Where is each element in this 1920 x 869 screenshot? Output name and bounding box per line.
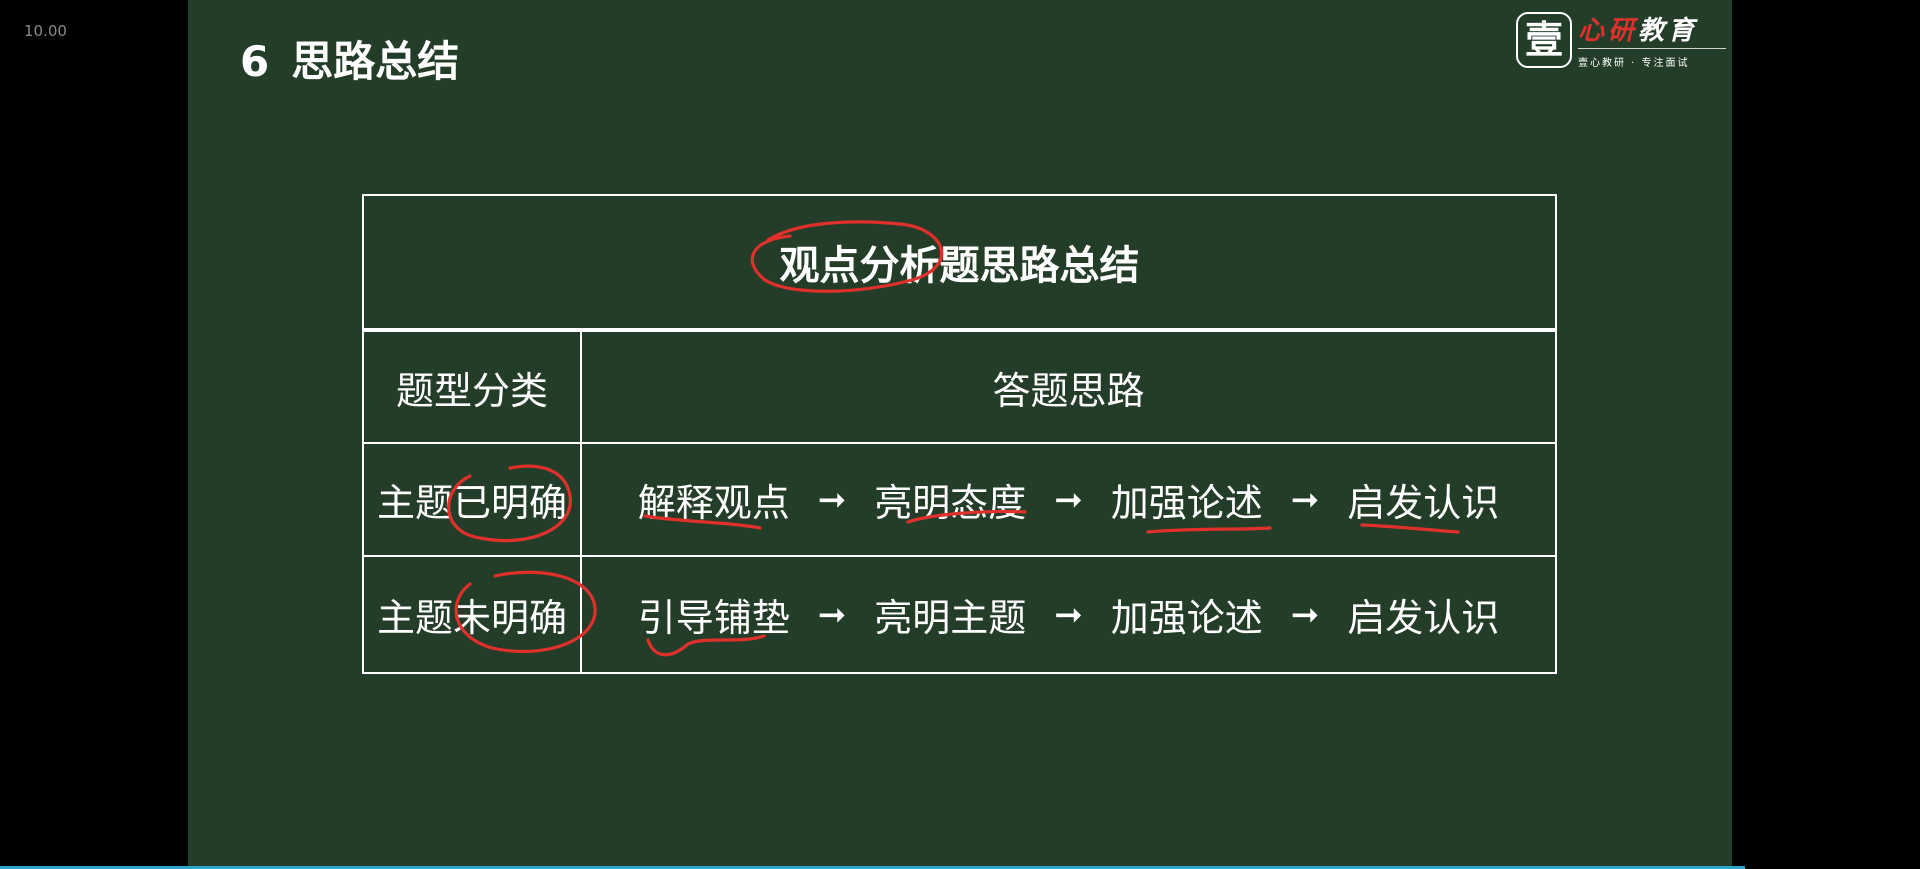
arrow-right-icon: ➞ — [817, 479, 847, 520]
zoom-level-label: 10.00 — [24, 22, 67, 40]
logo-name-white: 教育 — [1638, 16, 1699, 46]
step-3: 加强论述 — [1110, 481, 1263, 525]
table-header-row: 题型分类 答题思路 — [364, 332, 1555, 444]
arrow-right-icon: ➞ — [1054, 594, 1083, 635]
arrow-right-icon: ➞ — [1054, 479, 1083, 520]
slide-title: 6 思路总结 — [240, 28, 459, 89]
row-category: 主题未明确 — [364, 557, 582, 672]
slide-section-number: 6 — [240, 37, 270, 86]
table-row: 主题未明确 引导铺垫 ➞ 亮明主题 ➞ 加强论述 ➞ 启发认识 — [364, 557, 1555, 672]
summary-table: 观点分析题思路总结 题型分类 答题思路 主题已明确 解释观点 ➞ 亮明态度 ➞ … — [362, 194, 1557, 674]
step-3: 加强论述 — [1110, 596, 1263, 640]
presentation-slide: 6 思路总结 壹 心研教育 壹心教研 · 专注面试 观点分析题思路总结 题型分类 … — [188, 0, 1732, 866]
logo-tagline: 壹心教研 · 专注面试 — [1578, 58, 1690, 69]
table-title: 观点分析题思路总结 — [364, 196, 1555, 332]
step-4: 启发认识 — [1347, 596, 1500, 640]
step-2: 亮明主题 — [874, 596, 1027, 640]
step-2: 亮明态度 — [874, 481, 1027, 525]
row-steps: 解释观点 ➞ 亮明态度 ➞ 加强论述 ➞ 启发认识 — [582, 444, 1555, 555]
logo-name: 心研教育 — [1578, 10, 1698, 47]
header-category: 题型分类 — [364, 332, 582, 442]
brand-logo: 壹 心研教育 壹心教研 · 专注面试 — [1516, 10, 1730, 72]
logo-name-red: 心研 — [1578, 16, 1639, 46]
row-category: 主题已明确 — [364, 444, 582, 555]
table-row: 主题已明确 解释观点 ➞ 亮明态度 ➞ 加强论述 ➞ 启发认识 — [364, 444, 1555, 557]
step-4: 启发认识 — [1347, 481, 1500, 525]
screen: 10.00 6 思路总结 壹 心研教育 壹心教研 · 专注面试 观点分析题思路总结… — [0, 0, 1920, 869]
arrow-right-icon: ➞ — [1290, 479, 1320, 520]
slide-title-text: 思路总结 — [291, 37, 460, 86]
step-1: 解释观点 — [637, 481, 790, 525]
logo-seal-icon: 壹 — [1516, 12, 1572, 68]
arrow-right-icon: ➞ — [817, 594, 847, 635]
arrow-right-icon: ➞ — [1290, 594, 1320, 635]
step-1: 引导铺垫 — [637, 596, 790, 640]
header-approach: 答题思路 — [992, 368, 1145, 413]
logo-divider — [1578, 48, 1726, 49]
row-steps: 引导铺垫 ➞ 亮明主题 ➞ 加强论述 ➞ 启发认识 — [582, 557, 1555, 672]
